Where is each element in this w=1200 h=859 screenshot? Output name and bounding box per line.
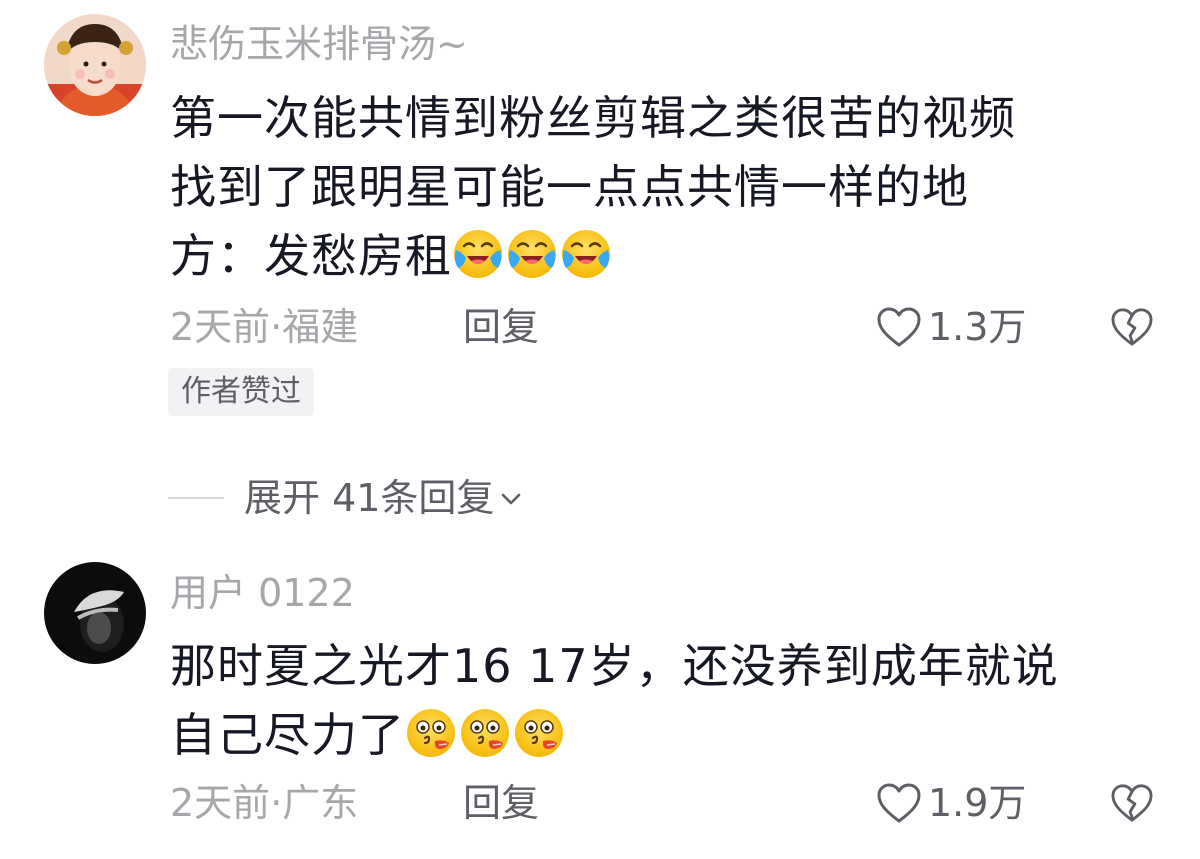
- avatar[interactable]: [44, 562, 146, 664]
- comment-location: 广东: [282, 781, 359, 825]
- comment-line: 方：发愁房租: [170, 222, 1160, 291]
- comment-text: 第一次能共情到粉丝剪辑之类很苦的视频 找到了跟明星可能一点点共情一样的地 方：发…: [170, 84, 1160, 291]
- avatar[interactable]: [44, 14, 146, 116]
- comment-line: 找到了跟明星可能一点点共情一样的地: [170, 160, 969, 214]
- comment-location: 福建: [282, 305, 359, 349]
- author-liked-badge: 作者赞过: [168, 368, 314, 416]
- comment-time: 2天前: [170, 781, 271, 825]
- heart-outline-icon: [877, 783, 921, 823]
- comment-line: 自己尽力了: [170, 701, 1160, 770]
- broken-heart-icon: [1111, 308, 1153, 346]
- meta-separator: ·: [270, 305, 283, 349]
- comment-line-text: 方：发愁房租: [170, 229, 452, 283]
- like-button[interactable]: 1.3万: [876, 303, 1026, 351]
- loudly-crying-face-icon: [560, 228, 612, 280]
- dislike-button[interactable]: [1108, 303, 1156, 351]
- heart-outline-icon: [877, 307, 921, 347]
- comment-time: 2天前: [170, 305, 271, 349]
- comment-text: 那时夏之光才16 17岁，还没养到成年就说 自己尽力了: [170, 632, 1160, 770]
- loudly-crying-face-icon: [452, 228, 504, 280]
- reply-button[interactable]: 回复: [463, 779, 539, 827]
- reply-button[interactable]: 回复: [463, 303, 539, 351]
- chevron-down-icon: [502, 493, 521, 505]
- username[interactable]: 悲伤玉米排骨汤~: [170, 22, 468, 66]
- like-count: 1.3万: [928, 305, 1027, 349]
- kiss-face-icon: [405, 707, 457, 759]
- expand-replies-label: 展开 41条回复: [244, 476, 495, 520]
- comment-meta: 2天前·福建: [170, 303, 358, 351]
- like-count: 1.9万: [928, 781, 1027, 825]
- dislike-button[interactable]: [1108, 779, 1156, 827]
- loudly-crying-face-icon: [506, 228, 558, 280]
- expand-replies-button[interactable]: 展开 41条回复: [168, 472, 524, 524]
- comment-line: 那时夏之光才16 17岁，还没养到成年就说: [170, 639, 1059, 693]
- broken-heart-icon: [1111, 784, 1153, 822]
- like-button[interactable]: 1.9万: [876, 779, 1026, 827]
- comment-line-text: 自己尽力了: [170, 708, 405, 762]
- comment-line: 第一次能共情到粉丝剪辑之类很苦的视频: [170, 91, 1016, 145]
- comment-meta: 2天前·广东: [170, 779, 358, 827]
- divider-line: [168, 497, 224, 499]
- kiss-face-icon: [513, 707, 565, 759]
- meta-separator: ·: [270, 781, 283, 825]
- kiss-face-icon: [459, 707, 511, 759]
- username[interactable]: 用户 0122: [170, 571, 355, 615]
